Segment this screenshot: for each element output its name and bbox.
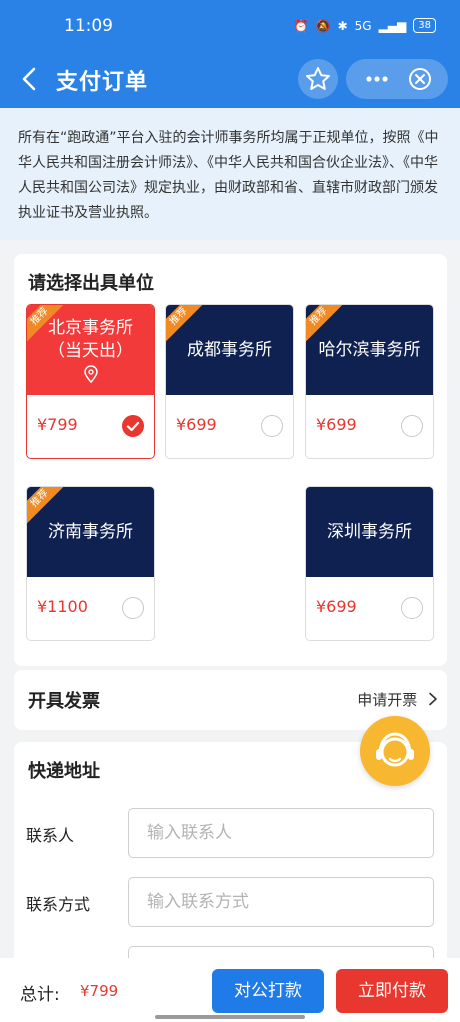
- signal-icon: ▂▄▆: [378, 18, 407, 33]
- status-bar: 11:09 ⏰ 🔕 ✱ 5G ▂▄▆ 38: [0, 0, 460, 52]
- radio-checked[interactable]: [122, 415, 144, 437]
- unit-card-jinan[interactable]: 济南事务所 推荐 ¥1100: [26, 486, 155, 641]
- chevron-right-icon: [429, 692, 437, 706]
- battery-icon: 38: [413, 18, 436, 33]
- radio-unchecked[interactable]: [401, 597, 423, 619]
- phone-input[interactable]: [128, 877, 434, 927]
- unit-name: 哈尔滨事务所: [318, 339, 421, 360]
- unit-card-beijing[interactable]: 北京事务所 （当天出） 推荐 ¥799: [26, 304, 155, 459]
- nav-bar: 支付订单: [0, 52, 460, 108]
- total-label: 总计:: [20, 985, 60, 1005]
- unit-name: 北京事务所: [48, 318, 133, 338]
- network-type: 5G: [354, 18, 372, 33]
- unit-price: ¥699: [176, 415, 217, 434]
- home-indicator[interactable]: [155, 1015, 305, 1019]
- page-title: 支付订单: [56, 70, 149, 95]
- more-button[interactable]: [354, 59, 396, 99]
- unit-header: 深圳事务所: [306, 487, 433, 577]
- unit-price: ¥1100: [37, 597, 88, 616]
- bluetooth-icon: ✱: [337, 18, 348, 33]
- total-amount: ¥799: [80, 982, 119, 1000]
- invoice-title: 开具发票: [28, 691, 100, 712]
- apply-invoice-label: 申请开票: [357, 691, 418, 709]
- unit-name: 济南事务所: [48, 521, 133, 542]
- contact-input[interactable]: [128, 808, 434, 858]
- status-time: 11:09: [64, 16, 113, 36]
- pay-now-button[interactable]: 立即付款: [336, 969, 448, 1013]
- radio-unchecked[interactable]: [122, 597, 144, 619]
- phone-label: 联系方式: [26, 895, 91, 914]
- unit-price: ¥699: [316, 415, 357, 434]
- unit-name: 成都事务所: [187, 339, 272, 360]
- customer-service-icon: [376, 732, 414, 767]
- compliance-notice: 所有在“跑政通”平台入驻的会计师事务所均属于正规单位，按照《中华人民共和国注册会…: [0, 108, 460, 240]
- location-pin-icon: [83, 365, 98, 383]
- bottom-action-bar: 总计: ¥799 对公打款 立即付款: [0, 958, 460, 1022]
- status-icons: ⏰ 🔕 ✱ 5G ▂▄▆ 38: [294, 18, 436, 33]
- unit-card-harbin[interactable]: 哈尔滨事务所 推荐 ¥699: [305, 304, 434, 459]
- favorite-button[interactable]: [298, 59, 338, 99]
- chevron-left-icon: [22, 67, 36, 91]
- address-title: 快递地址: [28, 761, 100, 782]
- unit-section-title: 请选择出具单位: [28, 273, 154, 294]
- unit-price: ¥699: [316, 597, 357, 616]
- close-button[interactable]: [408, 67, 432, 91]
- more-dots-icon: [366, 76, 388, 82]
- radio-unchecked[interactable]: [261, 415, 283, 437]
- alarm-icon: ⏰: [293, 18, 309, 33]
- back-button[interactable]: [14, 62, 46, 96]
- radio-unchecked[interactable]: [401, 415, 423, 437]
- star-icon: [306, 67, 330, 90]
- corporate-transfer-button[interactable]: 对公打款: [212, 969, 324, 1013]
- check-icon: [126, 421, 139, 431]
- mini-program-capsule: [346, 59, 448, 99]
- contact-label: 联系人: [26, 826, 75, 845]
- unit-price: ¥799: [37, 415, 78, 434]
- unit-subtitle: （当天出）: [48, 341, 133, 361]
- apply-invoice-link[interactable]: 申请开票: [357, 689, 438, 710]
- unit-card-shenzhen[interactable]: 深圳事务所 ¥699: [305, 486, 434, 641]
- customer-service-button[interactable]: [360, 716, 430, 786]
- mute-icon: 🔕: [315, 18, 331, 33]
- unit-card-chengdu[interactable]: 成都事务所 推荐 ¥699: [165, 304, 294, 459]
- close-circle-icon: [409, 68, 431, 90]
- unit-name: 深圳事务所: [327, 521, 412, 542]
